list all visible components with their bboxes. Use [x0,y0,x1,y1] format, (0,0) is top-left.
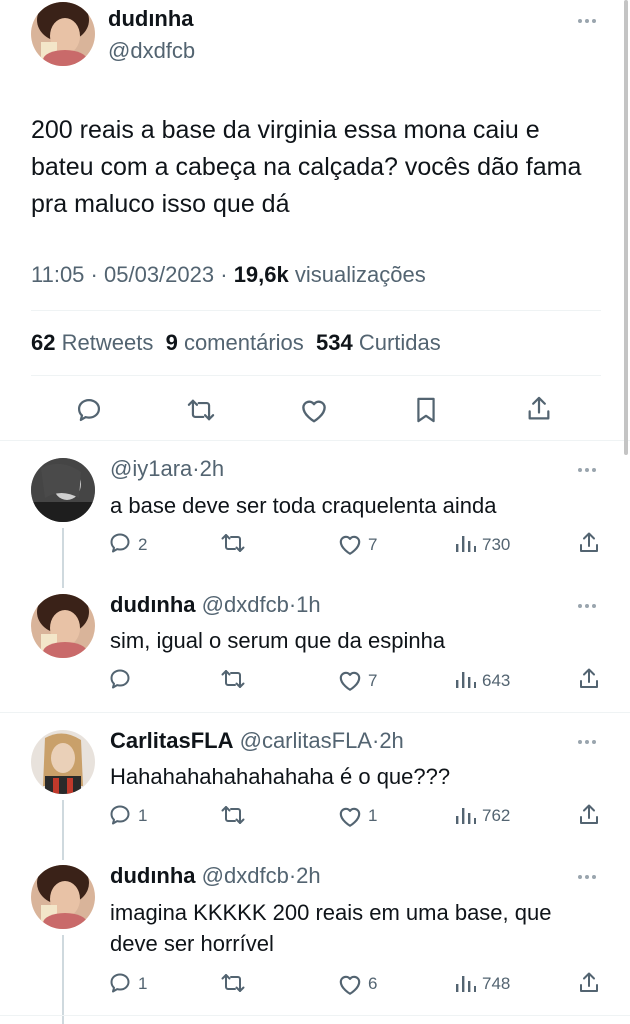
thread-line [62,528,64,588]
views-icon[interactable] [454,668,476,690]
divider [0,712,630,713]
avatar[interactable] [31,730,95,794]
like-count: 7 [368,535,378,554]
views-count: 748 [482,974,511,993]
reply-icon[interactable] [75,396,103,424]
heart-icon[interactable] [337,532,363,556]
retweets-stat[interactable]: 62 Retweets [31,330,153,355]
handle[interactable]: @dxdfcb [108,38,195,64]
tweet-meta: 11:05 · 05/03/2023 · 19,6k visualizações [31,262,426,288]
engagement-stats: 62 Retweets 9 comentários 534 Curtidas [31,330,441,356]
comments-count: 9 [165,330,178,355]
separator: · [90,262,98,287]
handle[interactable]: @dxdfcb [202,863,289,888]
reply-text: Hahahahahahahahaha é o que??? [110,764,451,789]
comments-label: comentários [183,330,304,355]
tweet-date[interactable]: 05/03/2023 [104,262,214,287]
heart-icon[interactable] [299,396,329,424]
more-icon[interactable] [578,874,600,880]
thread-line [62,935,64,1024]
reply-time[interactable]: 2h [200,456,224,481]
retweet-icon[interactable] [220,531,246,555]
reply-text: imagina KKKKK 200 reais em uma base, que… [110,900,552,956]
likes-label: Curtidas [358,330,441,355]
retweets-label: Retweets [61,330,154,355]
separator: · [192,456,200,481]
retweet-icon[interactable] [220,803,246,827]
views-icon[interactable] [454,804,476,826]
reply-text: sim, igual o serum que da espinha [110,628,446,653]
reply-time[interactable]: 2h [296,863,320,888]
likes-stat[interactable]: 534 Curtidas [316,330,441,355]
divider [0,440,630,441]
reply-icon[interactable] [108,667,132,691]
comments-stat[interactable]: 9 comentários [166,330,304,355]
thread-line [62,800,64,860]
share-icon[interactable] [577,667,601,691]
display-name[interactable]: dudınha [108,6,194,32]
avatar[interactable] [31,865,95,929]
avatar[interactable] [31,2,95,66]
display-name[interactable]: CarlitasFLA [110,728,233,753]
separator: · [220,262,228,287]
more-icon[interactable] [578,467,600,473]
retweet-icon[interactable] [220,667,246,691]
share-icon[interactable] [577,971,601,995]
divider [0,1015,630,1016]
divider [31,310,601,311]
retweets-count: 62 [31,330,56,355]
heart-icon[interactable] [337,668,363,692]
reply-icon[interactable] [108,803,132,827]
views-count: 643 [482,671,511,690]
views-label: visualizações [294,262,426,287]
display-name[interactable]: dudınha [110,863,196,888]
scrollbar[interactable] [624,0,628,455]
more-icon[interactable] [578,739,600,745]
views-icon[interactable] [454,972,476,994]
handle[interactable]: @dxdfcb [202,592,289,617]
reply-icon[interactable] [108,531,132,555]
divider [31,375,601,376]
share-icon[interactable] [525,395,553,423]
share-icon[interactable] [577,531,601,555]
views-icon[interactable] [454,532,476,554]
reply-time[interactable]: 2h [379,728,403,753]
tweet-text: 200 reais a base da virginia essa mona c… [31,116,582,218]
handle[interactable]: @iy1ara [110,456,192,481]
views-count: 762 [482,806,511,825]
views-count: 730 [482,535,511,554]
avatar[interactable] [31,458,95,522]
retweet-icon[interactable] [186,396,216,424]
heart-icon[interactable] [337,804,363,828]
reply-count: 1 [138,806,148,825]
like-count: 7 [368,671,378,690]
reply-icon[interactable] [108,971,132,995]
heart-icon[interactable] [337,972,363,996]
reply-count: 1 [138,974,148,993]
avatar[interactable] [31,594,95,658]
likes-count: 534 [316,330,353,355]
bookmark-icon[interactable] [413,396,439,424]
more-icon[interactable] [578,18,600,24]
reply-time[interactable]: 1h [296,592,320,617]
reply-count: 2 [138,535,148,554]
reply-text: a base deve ser toda craquelenta ainda [110,493,497,518]
tweet-time[interactable]: 11:05 [31,262,84,287]
views-count: 19,6k [233,262,289,287]
like-count: 1 [368,806,378,825]
display-name[interactable]: dudınha [110,592,196,617]
more-icon[interactable] [578,603,600,609]
share-icon[interactable] [577,803,601,827]
like-count: 6 [368,974,378,993]
handle[interactable]: @carlitasFLA [240,728,372,753]
retweet-icon[interactable] [220,971,246,995]
